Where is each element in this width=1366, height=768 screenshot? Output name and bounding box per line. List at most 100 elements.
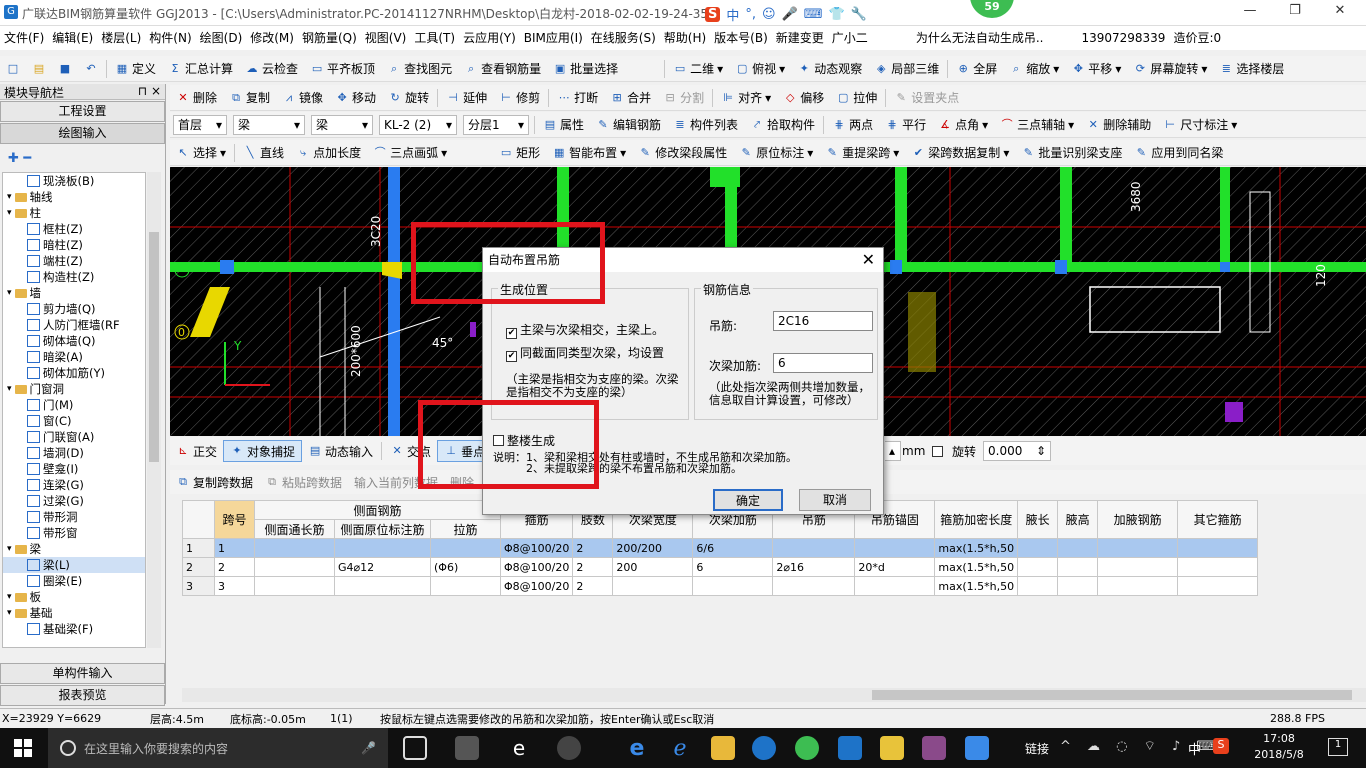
table-cell[interactable]: G4⌀12 bbox=[334, 557, 431, 577]
align-slab-top-button[interactable]: ▭ 平齐板顶 bbox=[304, 58, 381, 80]
tree-expander-icon[interactable]: ▾ bbox=[7, 205, 12, 221]
table-cell[interactable] bbox=[1057, 576, 1099, 596]
menu-draw[interactable]: 绘图(D) bbox=[196, 26, 247, 50]
find-element-button[interactable]: ⌕ 查找图元 bbox=[381, 58, 458, 80]
menu-view[interactable]: 视图(V) bbox=[361, 26, 411, 50]
file-explorer-icon[interactable] bbox=[711, 736, 735, 760]
table-cell[interactable]: 1 bbox=[214, 538, 255, 558]
table-cell[interactable] bbox=[692, 576, 774, 596]
input-lang[interactable]: 中 bbox=[1188, 739, 1201, 758]
header-other-stirrup[interactable]: 其它箍筋 bbox=[1177, 500, 1259, 539]
tree-item[interactable]: 基础梁(F) bbox=[3, 621, 145, 637]
tree-item[interactable]: ▾ 梁 bbox=[3, 541, 145, 557]
taskbar-link-label[interactable]: 链接 bbox=[1025, 740, 1049, 757]
menu-tools[interactable]: 工具(T) bbox=[410, 26, 459, 50]
tree-expander-icon[interactable]: ▾ bbox=[7, 589, 12, 605]
menu-new-change[interactable]: 新建变更 bbox=[772, 26, 828, 50]
table-cell[interactable] bbox=[1057, 557, 1099, 577]
tree-item[interactable]: 框柱(Z) bbox=[3, 221, 145, 237]
tree-expander-icon[interactable]: ▾ bbox=[7, 381, 12, 397]
edit-rebar-button[interactable]: ✎ 编辑钢筋 bbox=[590, 114, 667, 136]
table-cell[interactable]: Φ8@100/20 bbox=[499, 538, 574, 558]
component-subtype-select[interactable]: 梁 ▾ bbox=[311, 114, 373, 135]
edge-browser-icon[interactable]: e bbox=[625, 736, 649, 761]
tree-item[interactable]: 构造柱(Z) bbox=[3, 269, 145, 285]
delete-button[interactable]: ✕ 删除 bbox=[170, 87, 223, 109]
batch-identify-support-button[interactable]: ✎ 批量识别梁支座 bbox=[1015, 142, 1128, 164]
ime-tools-icon[interactable]: 🔧 bbox=[851, 7, 867, 22]
cancel-button[interactable]: 取消 bbox=[799, 489, 871, 511]
table-cell[interactable] bbox=[612, 576, 694, 596]
ie-icon[interactable]: ℯ bbox=[668, 736, 692, 761]
pan-button[interactable]: ✥ 平移 ▾ bbox=[1065, 58, 1127, 80]
hanging-rebar-input[interactable]: 2C16 bbox=[773, 311, 873, 331]
rectangle-button[interactable]: ▭ 矩形 bbox=[493, 142, 546, 164]
tree-item[interactable]: 暗柱(Z) bbox=[3, 237, 145, 253]
expand-collapse-icons[interactable]: ✚ ━ bbox=[0, 145, 165, 171]
cloud-check-button[interactable]: ☁ 云检查 bbox=[239, 58, 304, 80]
close-icon[interactable]: ✕ bbox=[1320, 3, 1360, 23]
table-cell[interactable] bbox=[1177, 576, 1259, 596]
table-row[interactable]: 2 2 G4⌀12 (Φ6) Φ8@100/20 2 200 6 2⌀16 20*d max(1.5… bbox=[182, 557, 1259, 577]
smart-layout-button[interactable]: ▦ 智能布置 ▾ bbox=[546, 142, 632, 164]
paste-span-data-button[interactable]: ⧉ 粘贴跨数据 bbox=[259, 474, 348, 491]
menu-question-link[interactable]: 为什么无法自动生成吊.. bbox=[912, 26, 1048, 50]
menu-account[interactable]: 13907298339 bbox=[1077, 26, 1169, 50]
modify-span-props-button[interactable]: ✎ 修改梁段属性 bbox=[632, 142, 733, 164]
move-button[interactable]: ✥ 移动 bbox=[329, 87, 382, 109]
trim-button[interactable]: ⊢ 修剪 bbox=[493, 87, 546, 109]
header-dense-length[interactable]: 箍筋加密长度 bbox=[934, 500, 1019, 539]
floor-select[interactable]: 首层 ▾ bbox=[173, 114, 227, 135]
table-cell[interactable] bbox=[1097, 538, 1179, 558]
tree-item[interactable]: 现浇板(B) bbox=[3, 173, 145, 189]
tree-expander-icon[interactable]: ▾ bbox=[7, 605, 12, 621]
component-type-select[interactable]: 梁 ▾ bbox=[233, 114, 305, 135]
table-cell[interactable]: 6 bbox=[692, 557, 774, 577]
row-index[interactable]: 2 bbox=[182, 557, 215, 577]
sogou-tray-icon[interactable]: S bbox=[1213, 738, 1229, 754]
define-button[interactable]: ▦ 定义 bbox=[109, 58, 162, 80]
tree-item[interactable]: 圈梁(E) bbox=[3, 573, 145, 589]
tree-item[interactable]: 壁龛(I) bbox=[3, 461, 145, 477]
table-cell[interactable] bbox=[1097, 576, 1179, 596]
tree-item[interactable]: 连梁(G) bbox=[3, 477, 145, 493]
table-cell[interactable]: Φ8@100/20 bbox=[499, 576, 574, 596]
mirror-button[interactable]: ⩘ 镜像 bbox=[276, 87, 329, 109]
table-hscrollbar[interactable] bbox=[182, 688, 1366, 702]
table-cell[interactable]: 2⌀16 bbox=[772, 557, 856, 577]
ime-punct-icon[interactable]: °, bbox=[745, 7, 756, 22]
ortho-button[interactable]: ⊾ 正交 bbox=[170, 443, 223, 460]
ime-skin-icon[interactable]: 👕 bbox=[829, 7, 845, 22]
set-grip-button[interactable]: ✎ 设置夹点 bbox=[888, 87, 965, 109]
local-3d-button[interactable]: ◈ 局部三维 bbox=[868, 58, 945, 80]
header-side-in-situ[interactable]: 侧面原位标注筋 bbox=[334, 519, 431, 539]
three-point-axis-button[interactable]: ⌒ 三点辅轴 ▾ bbox=[994, 114, 1080, 136]
table-cell[interactable]: 2 bbox=[572, 557, 614, 577]
tree-item[interactable]: 带形洞 bbox=[3, 509, 145, 525]
fullscreen-button[interactable]: ⊕ 全屏 bbox=[950, 58, 1003, 80]
table-cell[interactable]: 2 bbox=[214, 557, 255, 577]
report-preview-button[interactable]: 报表预览 bbox=[0, 685, 165, 706]
open-icon[interactable]: ▤ bbox=[26, 58, 52, 80]
table-cell[interactable]: 200 bbox=[612, 557, 694, 577]
fan-app-icon[interactable] bbox=[455, 736, 479, 760]
properties-button[interactable]: ▤ 属性 bbox=[537, 114, 590, 136]
view-rebar-qty-button[interactable]: ⌕ 查看钢筋量 bbox=[458, 58, 547, 80]
tree-item[interactable]: ▾ 基础 bbox=[3, 605, 145, 621]
header-haunch-rebar[interactable]: 加腋钢筋 bbox=[1097, 500, 1179, 539]
tree-item[interactable]: 墙洞(D) bbox=[3, 445, 145, 461]
menu-file[interactable]: 文件(F) bbox=[0, 26, 48, 50]
point-angle-button[interactable]: ∡ 点角 ▾ bbox=[932, 114, 994, 136]
table-row[interactable]: 3 3 Φ8@100/20 2 max(1.5*h,50 bbox=[182, 576, 1259, 596]
restore-icon[interactable]: ❐ bbox=[1275, 3, 1315, 23]
batch-select-button[interactable]: ▣ 批量选择 bbox=[547, 58, 624, 80]
merge-button[interactable]: ⊞ 合并 bbox=[604, 87, 657, 109]
tree-item[interactable]: ▾ 墙 bbox=[3, 285, 145, 301]
monitor-app-icon[interactable] bbox=[965, 736, 989, 760]
table-cell[interactable] bbox=[1177, 557, 1259, 577]
stretch-button[interactable]: ▢ 拉伸 bbox=[830, 87, 883, 109]
edge-icon[interactable]: e bbox=[507, 736, 531, 760]
tree-item[interactable]: 梁(L) bbox=[3, 557, 145, 573]
project-settings-button[interactable]: 工程设置 bbox=[0, 101, 165, 122]
component-name-select[interactable]: KL-2 (2) ▾ bbox=[379, 114, 457, 135]
